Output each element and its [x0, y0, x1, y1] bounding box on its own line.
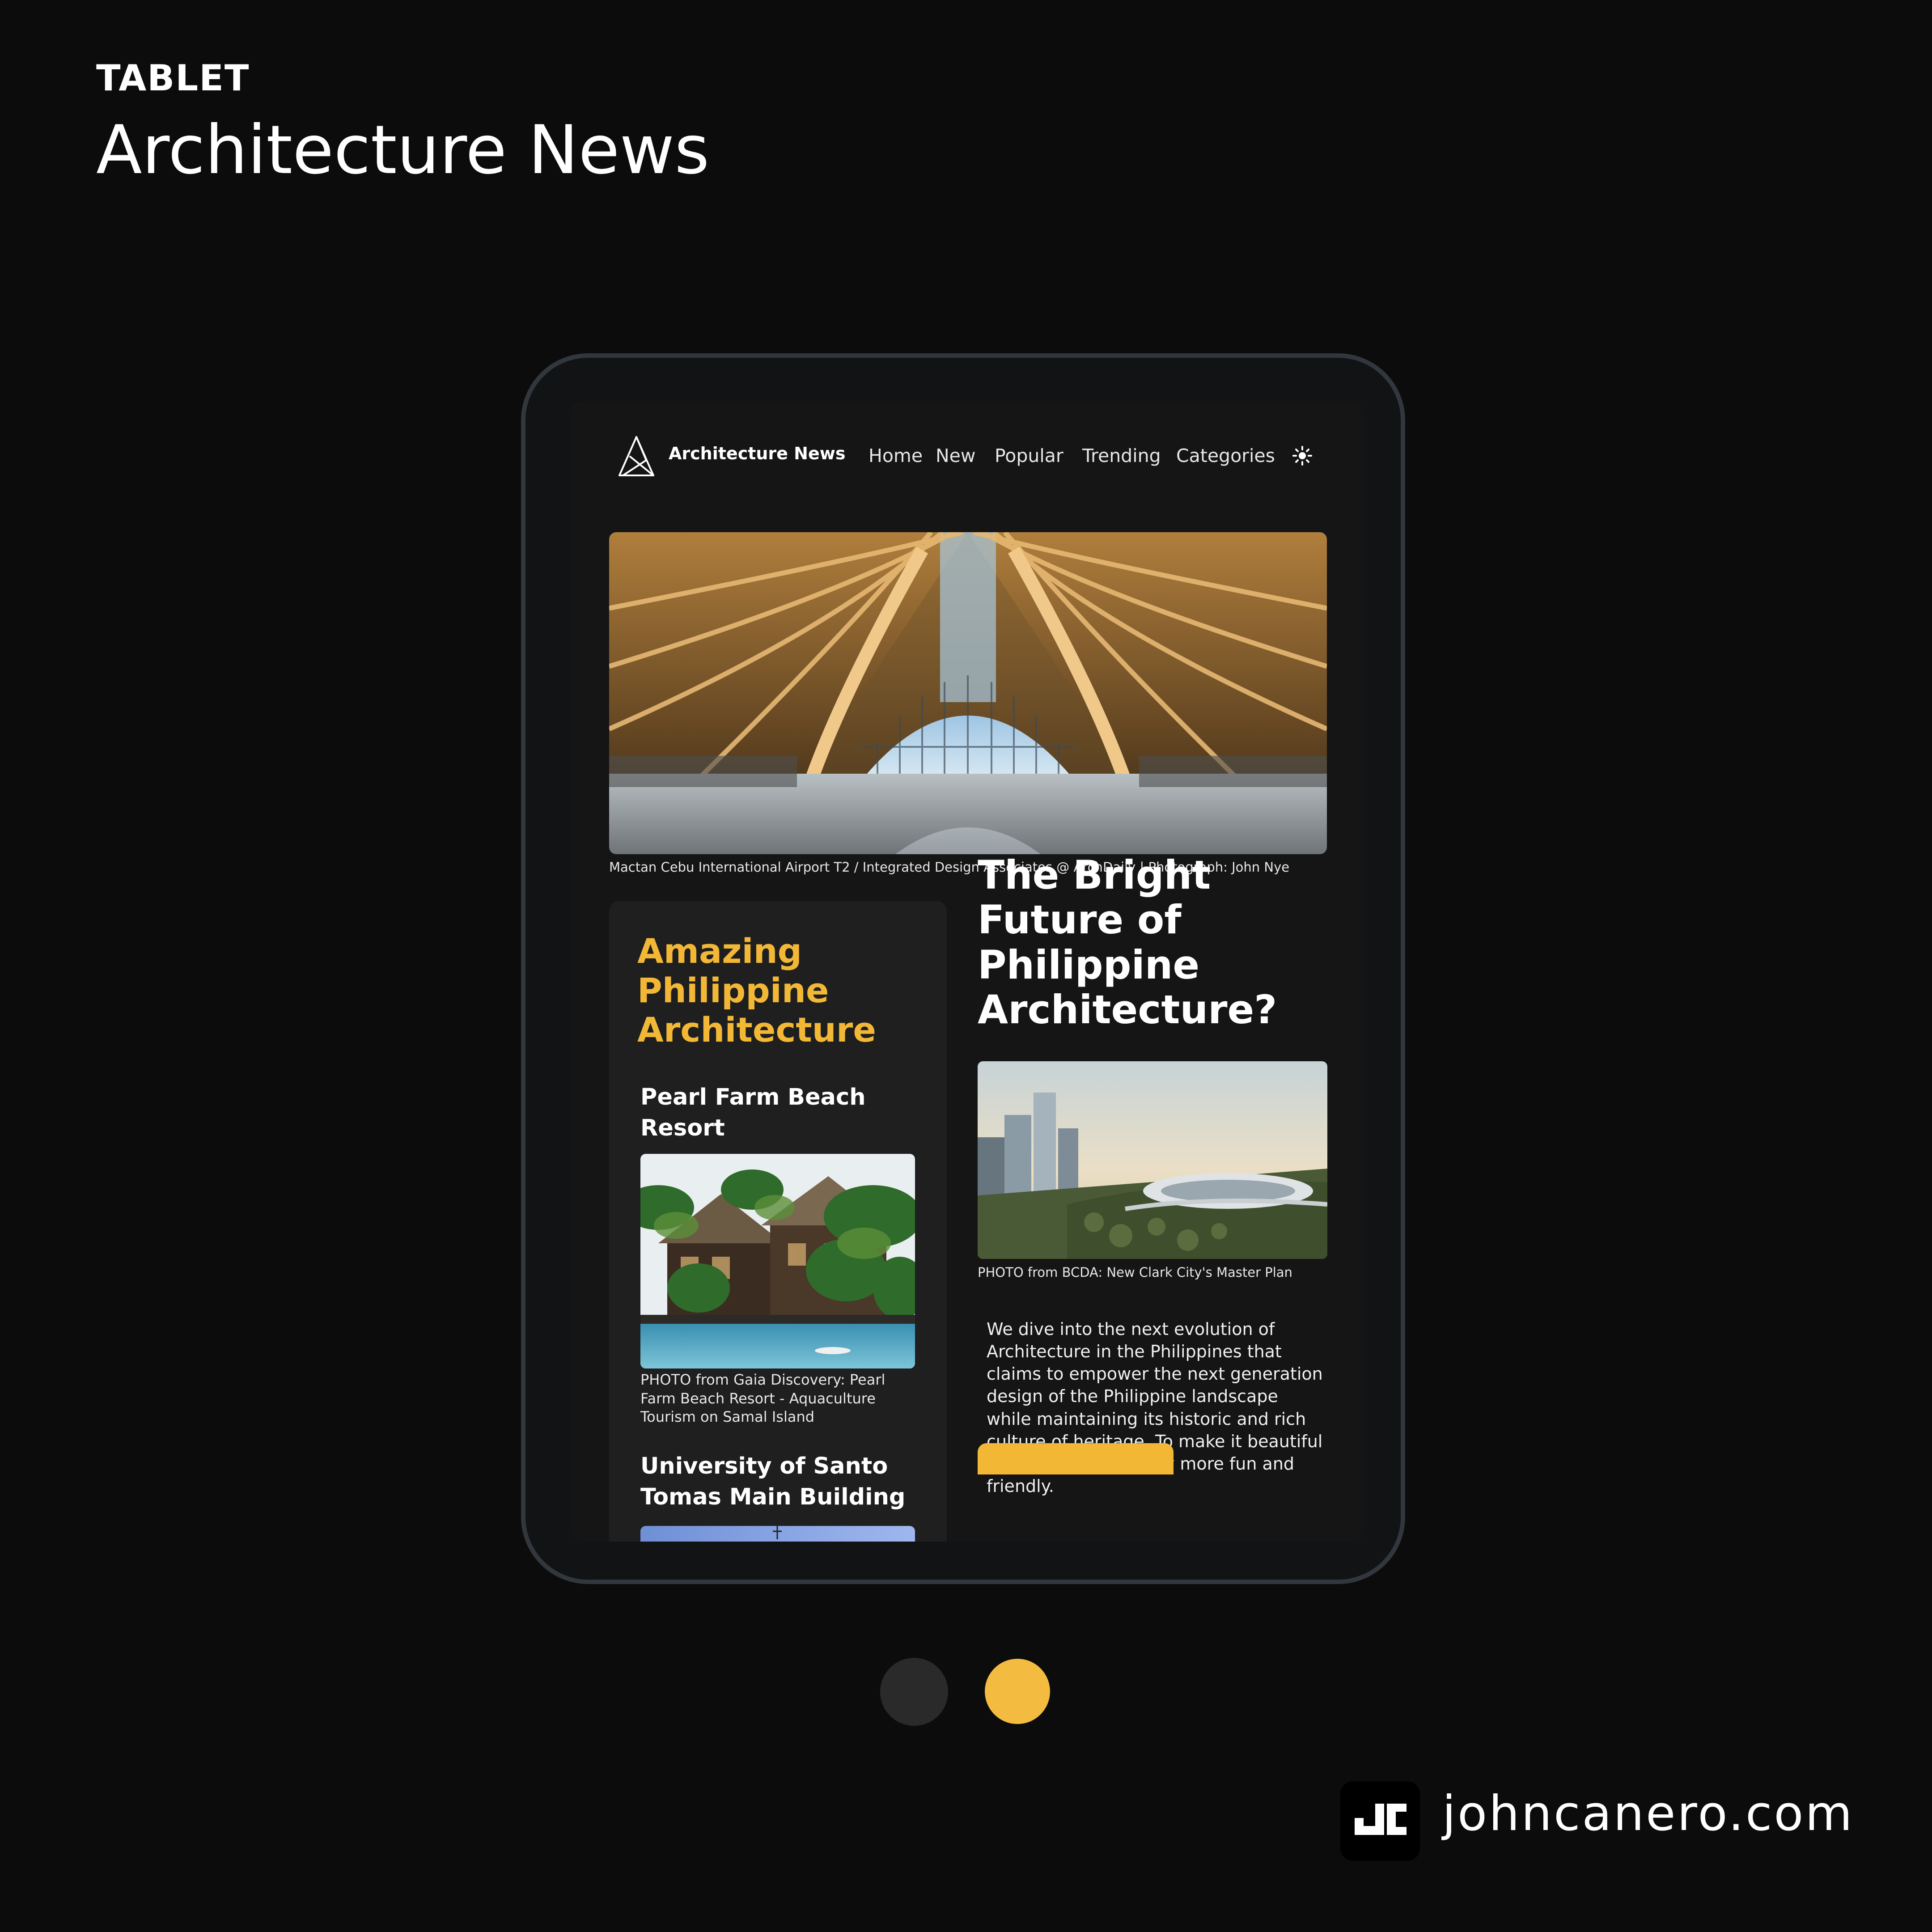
pearl-farm-caption: PHOTO from Gaia Discovery: Pearl Farm Be… — [640, 1371, 886, 1426]
tablet-frame: Architecture News Home New Popular Trend… — [521, 353, 1405, 1584]
brand-name[interactable]: Architecture News — [669, 445, 845, 462]
sidebar-title: Amazing Philippine Architecture — [637, 931, 876, 1050]
logo-a-icon[interactable] — [615, 434, 658, 479]
top-nav: Architecture News Home New Popular Trend… — [571, 401, 1364, 500]
hero-image[interactable] — [609, 532, 1327, 854]
ust-building-image[interactable] — [640, 1526, 915, 1542]
carousel-dot-active[interactable] — [985, 1659, 1050, 1724]
nav-trending[interactable]: Trending — [1082, 447, 1161, 465]
feature-title[interactable]: The Bright Future of Philippine Architec… — [978, 852, 1291, 1032]
nav-new[interactable]: New — [936, 447, 975, 465]
feature-caption: PHOTO from BCDA: New Clark City's Master… — [978, 1265, 1292, 1280]
page-headline: Architecture News — [96, 111, 710, 189]
new-clark-city-image[interactable] — [978, 1061, 1327, 1259]
pearl-farm-image[interactable] — [640, 1154, 915, 1368]
site-url[interactable]: johncanero.com — [1442, 1790, 1854, 1838]
jc-logo-icon — [1340, 1781, 1420, 1861]
sidebar-item-title[interactable]: University of Santo Tomas Main Building — [640, 1451, 927, 1513]
read-more-button[interactable] — [978, 1443, 1174, 1474]
sun-icon[interactable] — [1292, 446, 1312, 466]
sidebar-item-title[interactable]: Pearl Farm Beach Resort — [640, 1082, 927, 1144]
nav-home[interactable]: Home — [869, 447, 923, 465]
carousel-dot[interactable] — [880, 1658, 948, 1726]
tablet-screen: Architecture News Home New Popular Trend… — [571, 401, 1364, 1542]
eyebrow-label: TABLET — [96, 57, 250, 99]
sidebar-panel: Amazing Philippine Architecture Pearl Fa… — [609, 901, 947, 1542]
nav-categories[interactable]: Categories — [1176, 447, 1275, 465]
nav-popular[interactable]: Popular — [995, 447, 1063, 465]
